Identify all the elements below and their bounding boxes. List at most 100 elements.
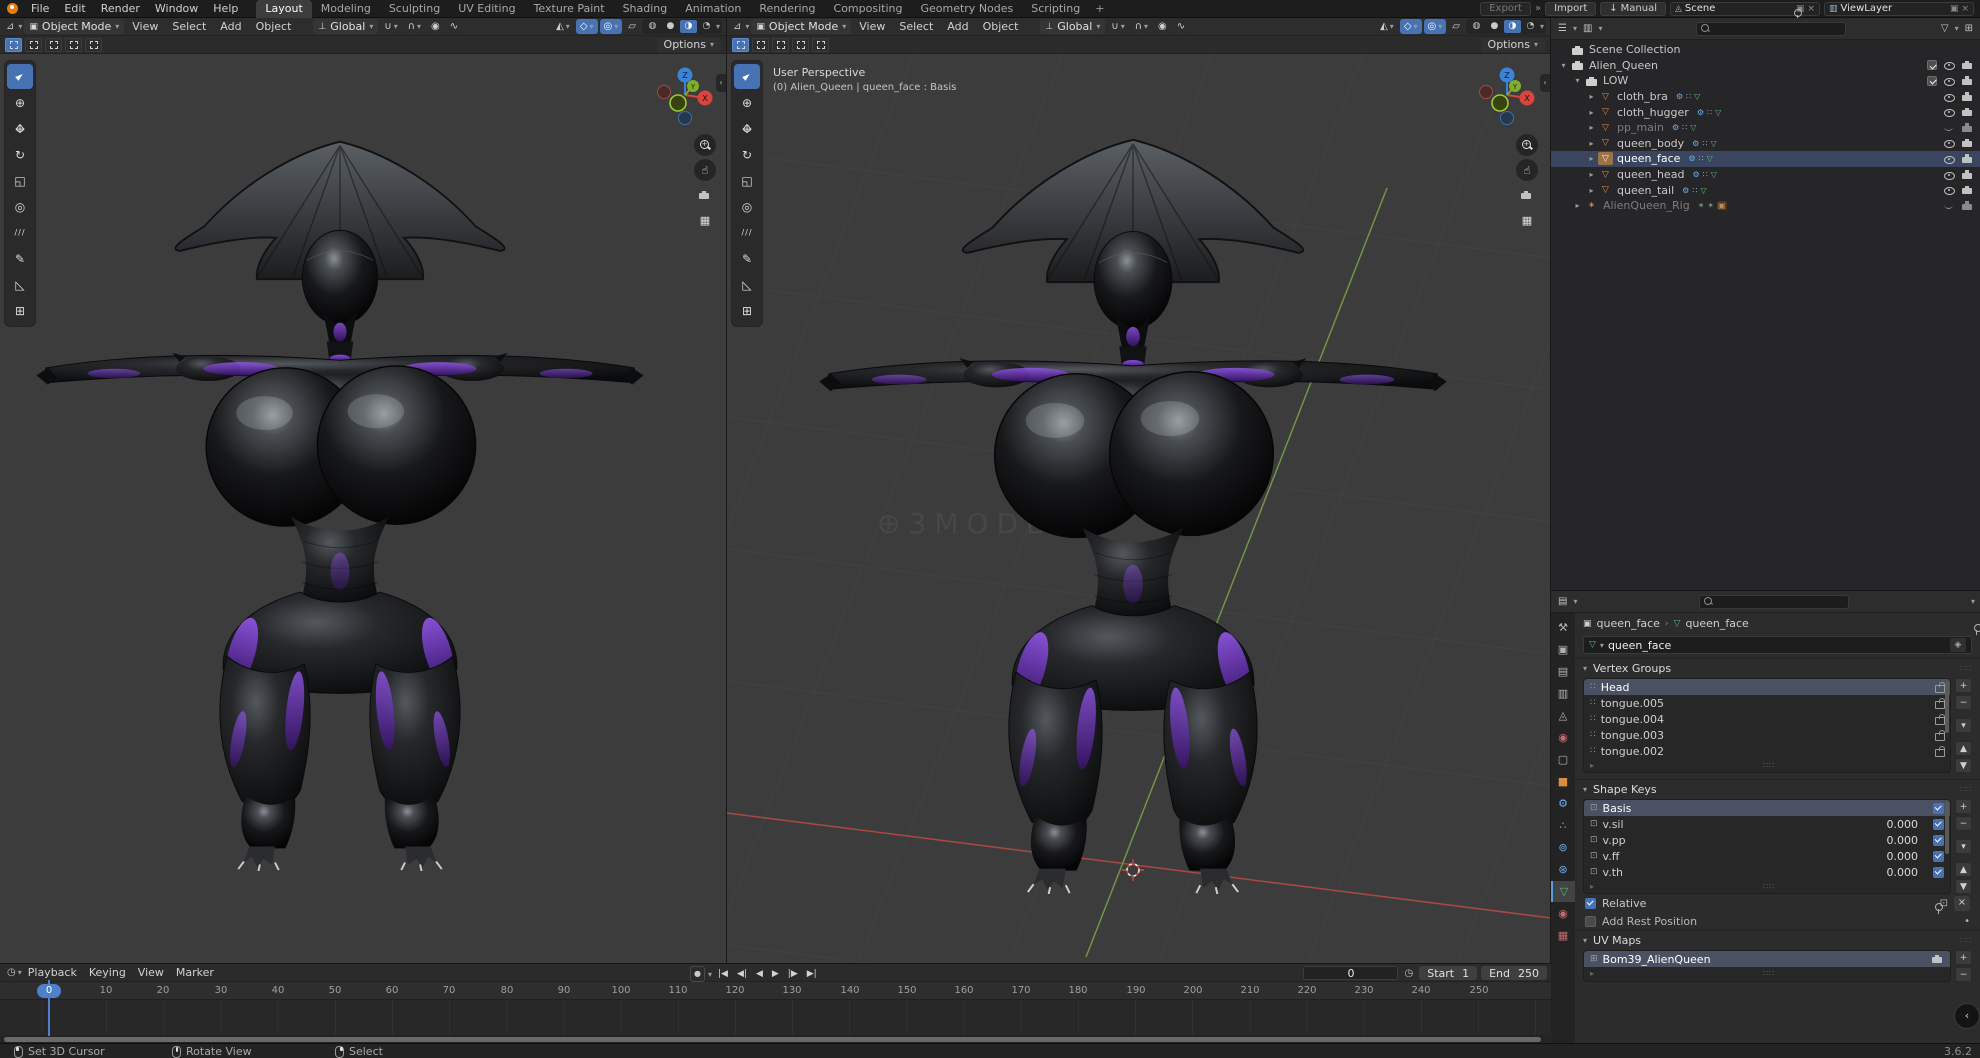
chevron-down-icon[interactable]: ▾: [18, 22, 22, 31]
shape-key-checkbox[interactable]: [1933, 819, 1944, 830]
shape-key-value[interactable]: 0.000: [1860, 850, 1918, 863]
camera-visibility-icon[interactable]: [1962, 122, 1974, 133]
workspace-tab[interactable]: Sculpting: [380, 0, 449, 18]
tool-button[interactable]: ↻: [7, 142, 33, 167]
tool-button[interactable]: ►: [7, 64, 33, 89]
tool-button[interactable]: ///: [734, 220, 760, 245]
viewport-left[interactable]: ⊿▾ ▣Object Mode▾ View Select Add Object …: [0, 18, 727, 963]
camera-visibility-icon[interactable]: [1962, 138, 1974, 149]
move-up-button[interactable]: ▲: [1955, 741, 1972, 756]
breadcrumb-data[interactable]: queen_face: [1685, 617, 1748, 630]
shape-key-value[interactable]: 0.000: [1860, 834, 1918, 847]
proportional-edit-button[interactable]: ◉: [1154, 19, 1171, 34]
shading-solid-button[interactable]: ●: [1486, 20, 1503, 33]
viewport-menu[interactable]: Object: [977, 20, 1025, 33]
tool-button[interactable]: ✎: [7, 246, 33, 271]
outliner-row[interactable]: ▸ ▽ queen_face ⚙ ∷ ▽: [1551, 151, 1980, 167]
select-extend-button[interactable]: [25, 38, 42, 52]
snap-magnet-button[interactable]: ∩▾: [1131, 19, 1152, 34]
eye-icon[interactable]: [1944, 91, 1955, 102]
import-button[interactable]: Import: [1545, 2, 1596, 16]
camera-visibility-icon[interactable]: [1962, 60, 1974, 71]
properties-tab[interactable]: ⊚: [1551, 837, 1575, 858]
shape-key-row[interactable]: ⊡ v.pp 0.000: [1584, 832, 1950, 848]
workspace-tab[interactable]: Animation: [676, 0, 750, 18]
camera-view-button[interactable]: [694, 184, 716, 206]
perspective-toggle-button[interactable]: ▦: [1516, 209, 1538, 231]
camera-visibility-icon[interactable]: [1962, 107, 1974, 118]
topbar-menu[interactable]: Help: [206, 0, 245, 18]
zoom-button[interactable]: +: [1516, 134, 1538, 156]
workspace-tab[interactable]: Geometry Nodes: [911, 0, 1022, 18]
xray-toggle[interactable]: ▱: [1448, 19, 1464, 34]
editor-type-icon[interactable]: ☰: [1556, 23, 1569, 34]
editor-type-icon[interactable]: ⊿: [4, 21, 16, 32]
select-set-button[interactable]: [5, 38, 22, 52]
end-frame-field[interactable]: End250: [1481, 966, 1547, 980]
tool-button[interactable]: ⊕: [7, 90, 33, 115]
shape-keys-panel-header[interactable]: ▾ Shape Keys ∷∷: [1575, 779, 1980, 799]
workspace-tab[interactable]: Scripting: [1022, 0, 1089, 18]
specials-icon[interactable]: ▸: [1590, 882, 1594, 891]
outliner-row[interactable]: ▸ ▽ queen_head ⚙ ∷ ▽: [1551, 167, 1980, 183]
properties-tab[interactable]: ▢: [1551, 749, 1575, 770]
shape-key-checkbox[interactable]: [1933, 851, 1944, 862]
chevron-down-icon[interactable]: ▾: [1955, 24, 1959, 33]
eye-icon[interactable]: [1944, 75, 1955, 86]
filter-icon[interactable]: ▽: [1939, 23, 1951, 34]
timeline-ruler[interactable]: 10 20 30 40 50 60 70 80 90 100 110: [0, 982, 1551, 1000]
tool-button[interactable]: ◺: [7, 272, 33, 297]
shape-key-checkbox[interactable]: [1933, 803, 1944, 814]
properties-tab[interactable]: ■: [1551, 771, 1575, 792]
vertex-group-row[interactable]: ∷ Head: [1584, 679, 1950, 695]
camera-visibility-icon[interactable]: [1962, 200, 1974, 211]
tool-button[interactable]: ///: [7, 220, 33, 245]
object-name[interactable]: AlienQueen_Rig: [1603, 199, 1690, 212]
select-subtract-button[interactable]: [45, 38, 62, 52]
transport-button[interactable]: |▶: [785, 967, 801, 981]
chevron-down-icon[interactable]: ▾: [745, 22, 749, 31]
lock-icon[interactable]: [1935, 746, 1944, 757]
eye-icon[interactable]: [1944, 138, 1955, 149]
chevron-down-icon[interactable]: ▾: [1573, 24, 1577, 33]
relative-checkbox[interactable]: [1585, 898, 1596, 909]
vertex-group-row[interactable]: ∷ tongue.005: [1584, 695, 1950, 711]
clear-shape-keys-button[interactable]: ×: [1954, 896, 1970, 911]
chevron-down-icon[interactable]: ▾: [1573, 597, 1577, 606]
shading-wireframe-button[interactable]: ◍: [1468, 20, 1485, 33]
viewport-right[interactable]: ⊕3MODELS ⊿▾ ▣Object Mode▾ View Select Ad…: [727, 18, 1551, 963]
add-uv-map-button[interactable]: +: [1955, 950, 1972, 965]
properties-tab[interactable]: ▥: [1551, 683, 1575, 704]
properties-tab[interactable]: ◉: [1551, 903, 1575, 924]
xray-toggle[interactable]: ▱: [624, 19, 640, 34]
overlays-toggle[interactable]: ◎▾: [1424, 19, 1447, 34]
add-rest-position-checkbox[interactable]: [1585, 916, 1596, 927]
copy-icon[interactable]: ▣: [1950, 4, 1959, 14]
lock-icon[interactable]: [1935, 714, 1944, 725]
vertex-group-specials-button[interactable]: ▾: [1955, 718, 1972, 733]
decorator-dot[interactable]: •: [1964, 916, 1970, 927]
object-name[interactable]: cloth_bra: [1617, 90, 1668, 103]
tool-button[interactable]: ⊞: [7, 298, 33, 323]
workspace-tab[interactable]: Compositing: [825, 0, 912, 18]
current-frame-field[interactable]: 0: [1303, 966, 1398, 980]
outliner-row[interactable]: ▸ ▽ cloth_hugger ⚙ ∷ ▽: [1551, 104, 1980, 120]
tool-button[interactable]: ✎: [734, 246, 760, 271]
tool-button[interactable]: ↻: [734, 142, 760, 167]
workspace-tab[interactable]: Shading: [614, 0, 677, 18]
render-camera-icon[interactable]: [1932, 954, 1944, 965]
transport-button[interactable]: ◀|: [734, 967, 750, 981]
timeline-scrollbar[interactable]: [0, 1035, 1551, 1043]
editor-type-icon[interactable]: ◷: [5, 967, 18, 978]
shape-key-specials-button[interactable]: ▾: [1955, 839, 1972, 854]
viewport-menu[interactable]: Select: [893, 20, 939, 33]
shape-key-value[interactable]: 0.000: [1860, 818, 1918, 831]
scene-selector[interactable]: ◬ Scene ▣ ×: [1670, 2, 1820, 16]
snap-target-button[interactable]: ∪▾: [380, 19, 401, 34]
tool-button[interactable]: ◎: [734, 194, 760, 219]
select-subtract-button[interactable]: [772, 38, 789, 52]
select-difference-button[interactable]: [792, 38, 809, 52]
workspace-tab[interactable]: Rendering: [750, 0, 824, 18]
expander-icon[interactable]: ▸: [1585, 186, 1598, 195]
shading-material-button[interactable]: ◑: [1504, 20, 1521, 33]
